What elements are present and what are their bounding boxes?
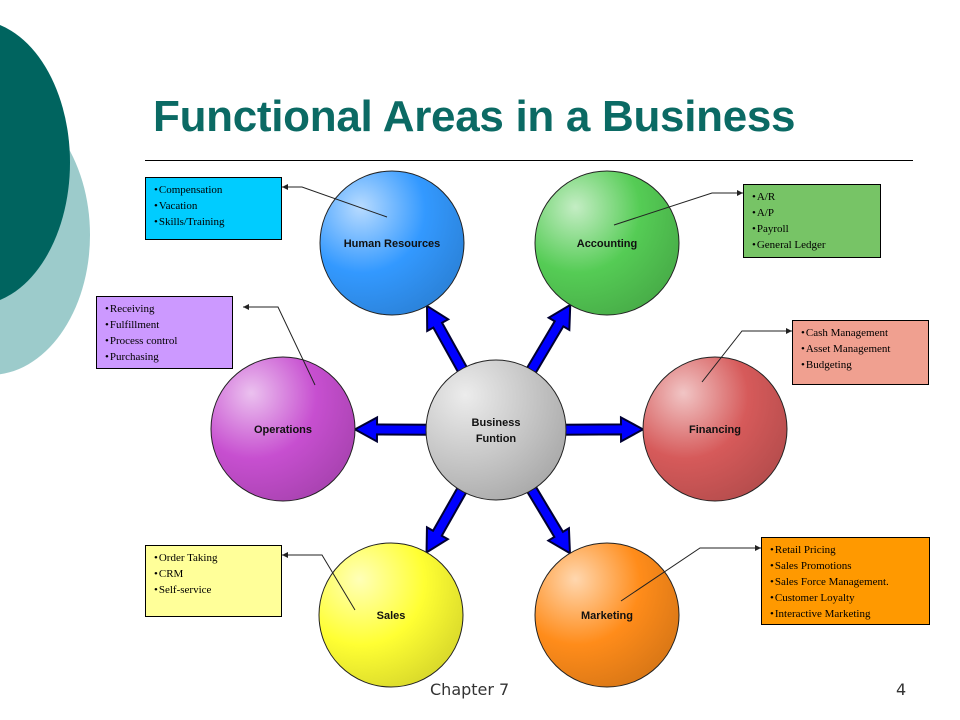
marketing-detail-item: Retail Pricing [770, 542, 923, 558]
operations-arrow [352, 415, 434, 444]
accounting-circle: Accounting [534, 170, 680, 316]
marketing-detail-item: Interactive Marketing [770, 606, 923, 622]
financing-arrow [558, 415, 646, 444]
marketing-detail-item: Customer Loyalty [770, 590, 923, 606]
hr-leader-arrowhead [282, 184, 288, 190]
operations-circle: Operations [210, 356, 356, 502]
center-label: Funtion [476, 433, 517, 445]
sales-detail-box: Order TakingCRMSelf-service [145, 545, 282, 617]
hr-detail-item: Compensation [154, 182, 275, 198]
financing-detail-box: Cash ManagementAsset ManagementBudgeting [792, 320, 929, 385]
accounting-detail-item: General Ledger [752, 237, 874, 253]
marketing-circle: Marketing [534, 542, 680, 688]
sales-label: Sales [377, 610, 406, 622]
sales-detail-item: Order Taking [154, 550, 275, 566]
hr-detail-box: CompensationVacationSkills/Training [145, 177, 282, 240]
operations-leader-arrowhead [243, 304, 249, 310]
sales-detail-item: Self-service [154, 582, 275, 598]
page-number: 4 [896, 680, 907, 699]
operations-label: Operations [254, 424, 312, 436]
financing-detail-item: Budgeting [801, 357, 922, 373]
accounting-detail-item: A/P [752, 205, 874, 221]
sales-detail-item: CRM [154, 566, 275, 582]
accounting-detail-box: A/RA/PPayrollGeneral Ledger [743, 184, 881, 258]
marketing-detail-item: Sales Promotions [770, 558, 923, 574]
operations-detail-box: ReceivingFulfillmentProcess controlPurch… [96, 296, 233, 369]
financing-detail-item: Asset Management [801, 341, 922, 357]
sales-circle: Sales [318, 542, 464, 688]
accounting-label: Accounting [577, 238, 638, 250]
accounting-detail-item: Payroll [752, 221, 874, 237]
hr-detail-item: Skills/Training [154, 214, 275, 230]
center-circle: Business Funtion [425, 359, 567, 501]
financing-detail-item: Cash Management [801, 325, 922, 341]
sales-leader-arrowhead [282, 552, 288, 558]
operations-detail-item: Receiving [105, 301, 226, 317]
marketing-detail-item: Sales Force Management. [770, 574, 923, 590]
operations-detail-item: Purchasing [105, 349, 226, 365]
operations-detail-item: Fulfillment [105, 317, 226, 333]
hr-detail-item: Vacation [154, 198, 275, 214]
marketing-label: Marketing [581, 610, 633, 622]
financing-circle: Financing [642, 356, 788, 502]
footer-chapter: Chapter 7 [430, 680, 510, 699]
marketing-detail-box: Retail PricingSales PromotionsSales Forc… [761, 537, 930, 625]
financing-label: Financing [689, 424, 741, 436]
hr-label: Human Resources [344, 238, 441, 250]
operations-detail-item: Process control [105, 333, 226, 349]
accounting-detail-item: A/R [752, 189, 874, 205]
center-label: Business [472, 417, 521, 429]
hr-circle: Human Resources [319, 170, 465, 316]
